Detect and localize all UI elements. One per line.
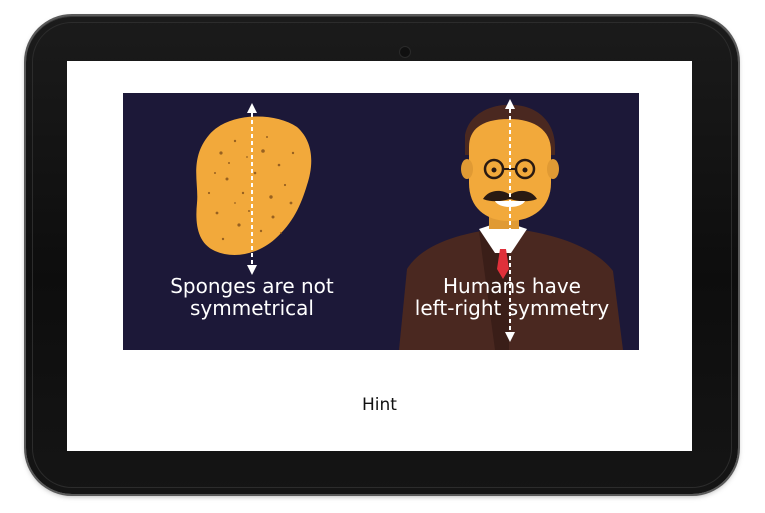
human-caption-line1: Humans have <box>443 274 581 298</box>
sponge-caption: Sponges are not symmetrical <box>137 275 367 319</box>
page: Sponges are not symmetrical Humans have … <box>0 0 765 513</box>
camera-icon <box>400 47 410 57</box>
sponge-illustration <box>196 116 312 255</box>
human-caption-line2: left-right symmetry <box>414 296 610 320</box>
human-caption: Humans have left-right symmetry <box>385 275 639 319</box>
sponge-caption-line1: Sponges are not <box>170 274 334 298</box>
symmetry-illustration: Sponges are not symmetrical Humans have … <box>123 93 639 350</box>
hint-label: Hint <box>362 395 397 415</box>
sponge-caption-line2: symmetrical <box>190 296 314 320</box>
tablet-screen: Sponges are not symmetrical Humans have … <box>67 61 692 451</box>
